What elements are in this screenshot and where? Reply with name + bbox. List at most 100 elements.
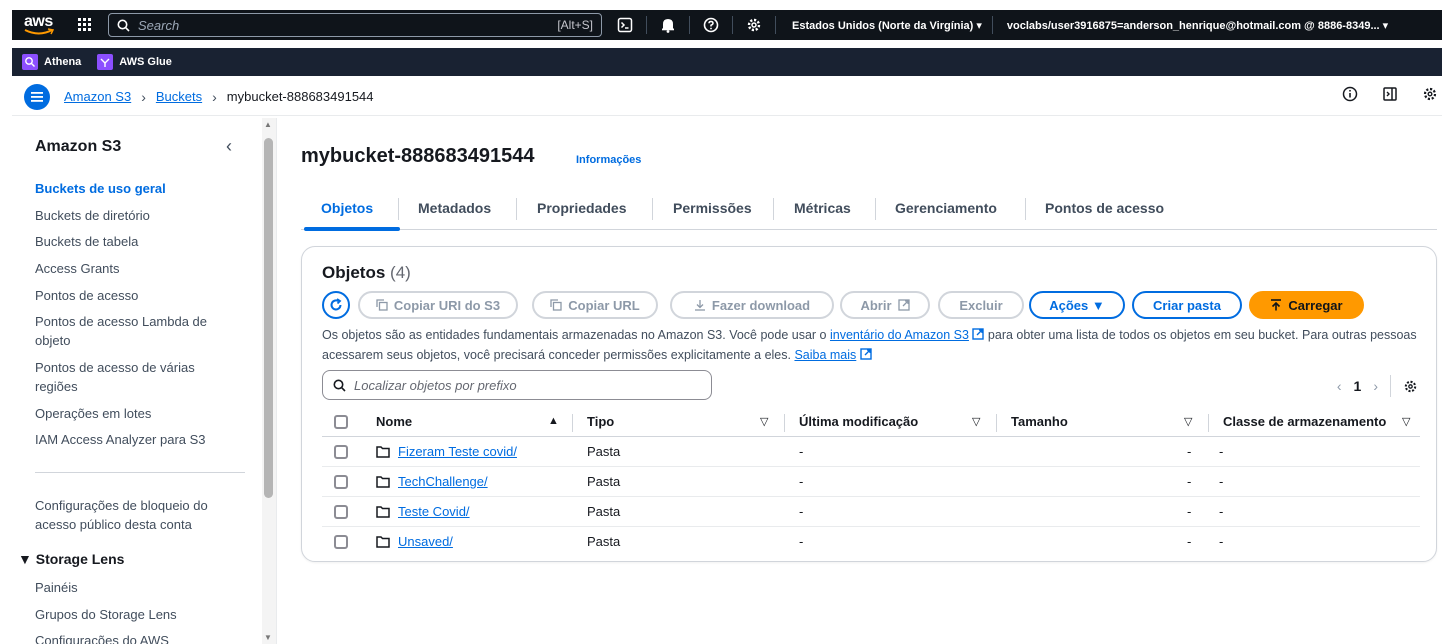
- tab-permissions[interactable]: Permissões: [673, 200, 752, 216]
- sidenav-item-aws-settings[interactable]: Configurações do AWS: [35, 631, 235, 644]
- sidenav-item-table-buckets[interactable]: Buckets de tabela: [35, 232, 235, 251]
- column-header-type[interactable]: Tipo: [587, 414, 614, 429]
- column-header-last-modified[interactable]: Última modificação: [799, 414, 918, 429]
- sidenav-item-access-grants[interactable]: Access Grants: [35, 259, 235, 278]
- sidenav-item-block-public-access[interactable]: Configurações de bloqueio do acesso públ…: [35, 496, 220, 534]
- table-row[interactable]: Teste Covid/ Pasta - - -: [322, 497, 1420, 527]
- prev-page-icon[interactable]: ‹: [1337, 378, 1342, 394]
- column-header-storage-class[interactable]: Classe de armazenamento: [1223, 414, 1386, 429]
- sidenav-item-directory-buckets[interactable]: Buckets de diretório: [35, 206, 235, 225]
- folder-icon: [376, 536, 390, 548]
- tab-metrics[interactable]: Métricas: [794, 200, 851, 216]
- global-search-input[interactable]: Search [Alt+S]: [108, 13, 602, 37]
- row-checkbox[interactable]: [334, 505, 348, 519]
- object-name-link[interactable]: TechChallenge/: [398, 474, 488, 489]
- top-navigation: aws Search [Alt+S] Estados Unidos (Norte…: [12, 10, 1442, 40]
- tab-access-points[interactable]: Pontos de acesso: [1045, 200, 1164, 216]
- settings-gear-icon[interactable]: [743, 14, 765, 36]
- sort-caret-icon[interactable]: ▽: [1402, 415, 1410, 428]
- collapse-chevron-icon[interactable]: ‹: [226, 136, 232, 157]
- cloudshell-icon[interactable]: [614, 14, 636, 36]
- object-size: -: [1187, 504, 1192, 519]
- create-folder-button[interactable]: Criar pasta: [1132, 291, 1242, 319]
- sidenav-section-storage-lens[interactable]: ▼ Storage Lens: [18, 551, 124, 567]
- column-header-size[interactable]: Tamanho: [1011, 414, 1068, 429]
- learn-more-link[interactable]: Saiba mais: [794, 348, 856, 362]
- actions-label: Ações ▼: [1049, 297, 1105, 313]
- side-nav-toggle-button[interactable]: [24, 83, 50, 110]
- athena-icon: [22, 54, 38, 70]
- aws-logo[interactable]: aws: [18, 10, 70, 40]
- inventory-link[interactable]: inventário do Amazon S3: [830, 328, 969, 342]
- refresh-button[interactable]: [322, 291, 350, 319]
- sidenav-item-storage-lens-groups[interactable]: Grupos do Storage Lens: [35, 605, 235, 624]
- tab-objects[interactable]: Objetos: [321, 200, 373, 216]
- row-checkbox[interactable]: [334, 475, 348, 489]
- breadcrumb-buckets[interactable]: Buckets: [156, 89, 202, 104]
- tab-management[interactable]: Gerenciamento: [895, 200, 997, 216]
- region-selector[interactable]: Estados Unidos (Norte da Virgínia) ▾: [792, 19, 982, 32]
- current-page-number[interactable]: 1: [1354, 378, 1362, 394]
- objects-description: Os objetos são as entidades fundamentais…: [322, 325, 1422, 365]
- info-link[interactable]: Informações: [576, 154, 641, 166]
- favorite-athena[interactable]: Athena: [22, 54, 81, 70]
- object-name-link[interactable]: Unsaved/: [398, 534, 453, 549]
- notifications-bell-icon[interactable]: [657, 14, 679, 36]
- column-header-name[interactable]: Nome: [376, 414, 412, 429]
- search-placeholder: Search: [138, 17, 180, 33]
- row-checkbox[interactable]: [334, 445, 348, 459]
- sidenav-item-iam-access-analyzer[interactable]: IAM Access Analyzer para S3: [35, 430, 235, 449]
- open-label: Abrir: [860, 297, 892, 313]
- scroll-up-icon[interactable]: ▲: [264, 120, 272, 129]
- row-checkbox[interactable]: [334, 535, 348, 549]
- sidenav-item-access-points[interactable]: Pontos de acesso: [35, 286, 235, 305]
- download-button[interactable]: Fazer download: [670, 291, 834, 319]
- sidenav-item-multi-region-access-points[interactable]: Pontos de acesso de várias regiões: [35, 358, 205, 396]
- tab-divider: [516, 198, 517, 220]
- scroll-down-icon[interactable]: ▼: [264, 633, 272, 642]
- sort-caret-icon[interactable]: ▽: [1184, 415, 1192, 428]
- sort-ascending-icon[interactable]: ▲: [548, 415, 559, 427]
- tab-metadata[interactable]: Metadados: [418, 200, 491, 216]
- prefix-search-input[interactable]: Localizar objetos por prefixo: [322, 370, 712, 400]
- prefix-search-placeholder: Localizar objetos por prefixo: [354, 377, 517, 393]
- object-last-modified: -: [799, 444, 804, 459]
- download-icon: [694, 300, 705, 311]
- object-name-link[interactable]: Teste Covid/: [398, 504, 470, 519]
- sidenav-item-lambda-access-points[interactable]: Pontos de acesso Lambda de objeto: [35, 312, 225, 350]
- sidenav-item-dashboards[interactable]: Painéis: [35, 578, 235, 597]
- column-divider: [1208, 414, 1209, 432]
- breadcrumb-amazon-s3[interactable]: Amazon S3: [64, 89, 131, 104]
- table-row[interactable]: Unsaved/ Pasta - - -: [322, 527, 1420, 557]
- scrollbar-thumb[interactable]: [264, 138, 273, 498]
- table-settings-gear-icon[interactable]: [1403, 379, 1418, 394]
- topnav-divider: [991, 16, 993, 34]
- sidenav-item-general-buckets[interactable]: Buckets de uso geral: [35, 179, 235, 198]
- tab-properties[interactable]: Propriedades: [537, 200, 626, 216]
- sort-caret-icon[interactable]: ▽: [760, 415, 768, 428]
- favorite-aws-glue[interactable]: AWS Glue: [97, 54, 172, 70]
- next-page-icon[interactable]: ›: [1373, 378, 1378, 394]
- services-grid-icon[interactable]: [70, 18, 100, 32]
- object-name-link[interactable]: Fizeram Teste covid/: [398, 444, 517, 459]
- sidenav-scrollbar[interactable]: ▲ ▼: [262, 118, 276, 644]
- copy-url-button[interactable]: Copiar URL: [532, 291, 658, 319]
- open-button[interactable]: Abrir: [840, 291, 930, 319]
- tab-divider: [1025, 198, 1026, 220]
- upload-label: Carregar: [1288, 297, 1343, 313]
- info-circle-icon[interactable]: [1342, 86, 1358, 102]
- table-row[interactable]: TechChallenge/ Pasta - - -: [322, 467, 1420, 497]
- select-all-checkbox[interactable]: [334, 415, 348, 429]
- upload-button[interactable]: Carregar: [1249, 291, 1364, 319]
- panel-toggle-icon[interactable]: [1382, 86, 1398, 102]
- delete-button[interactable]: Excluir: [938, 291, 1024, 319]
- sort-caret-icon[interactable]: ▽: [972, 415, 980, 428]
- aws-smile-icon: [24, 28, 54, 35]
- account-menu[interactable]: voclabs/user3916875=anderson_henrique@ho…: [1007, 19, 1388, 32]
- sidenav-item-batch-operations[interactable]: Operações em lotes: [35, 404, 235, 423]
- copy-s3-uri-button[interactable]: Copiar URI do S3: [358, 291, 518, 319]
- actions-dropdown-button[interactable]: Ações ▼: [1029, 291, 1125, 319]
- help-icon[interactable]: [700, 14, 722, 36]
- table-row[interactable]: Fizeram Teste covid/ Pasta - - -: [322, 437, 1420, 467]
- preferences-gear-icon[interactable]: [1422, 86, 1438, 102]
